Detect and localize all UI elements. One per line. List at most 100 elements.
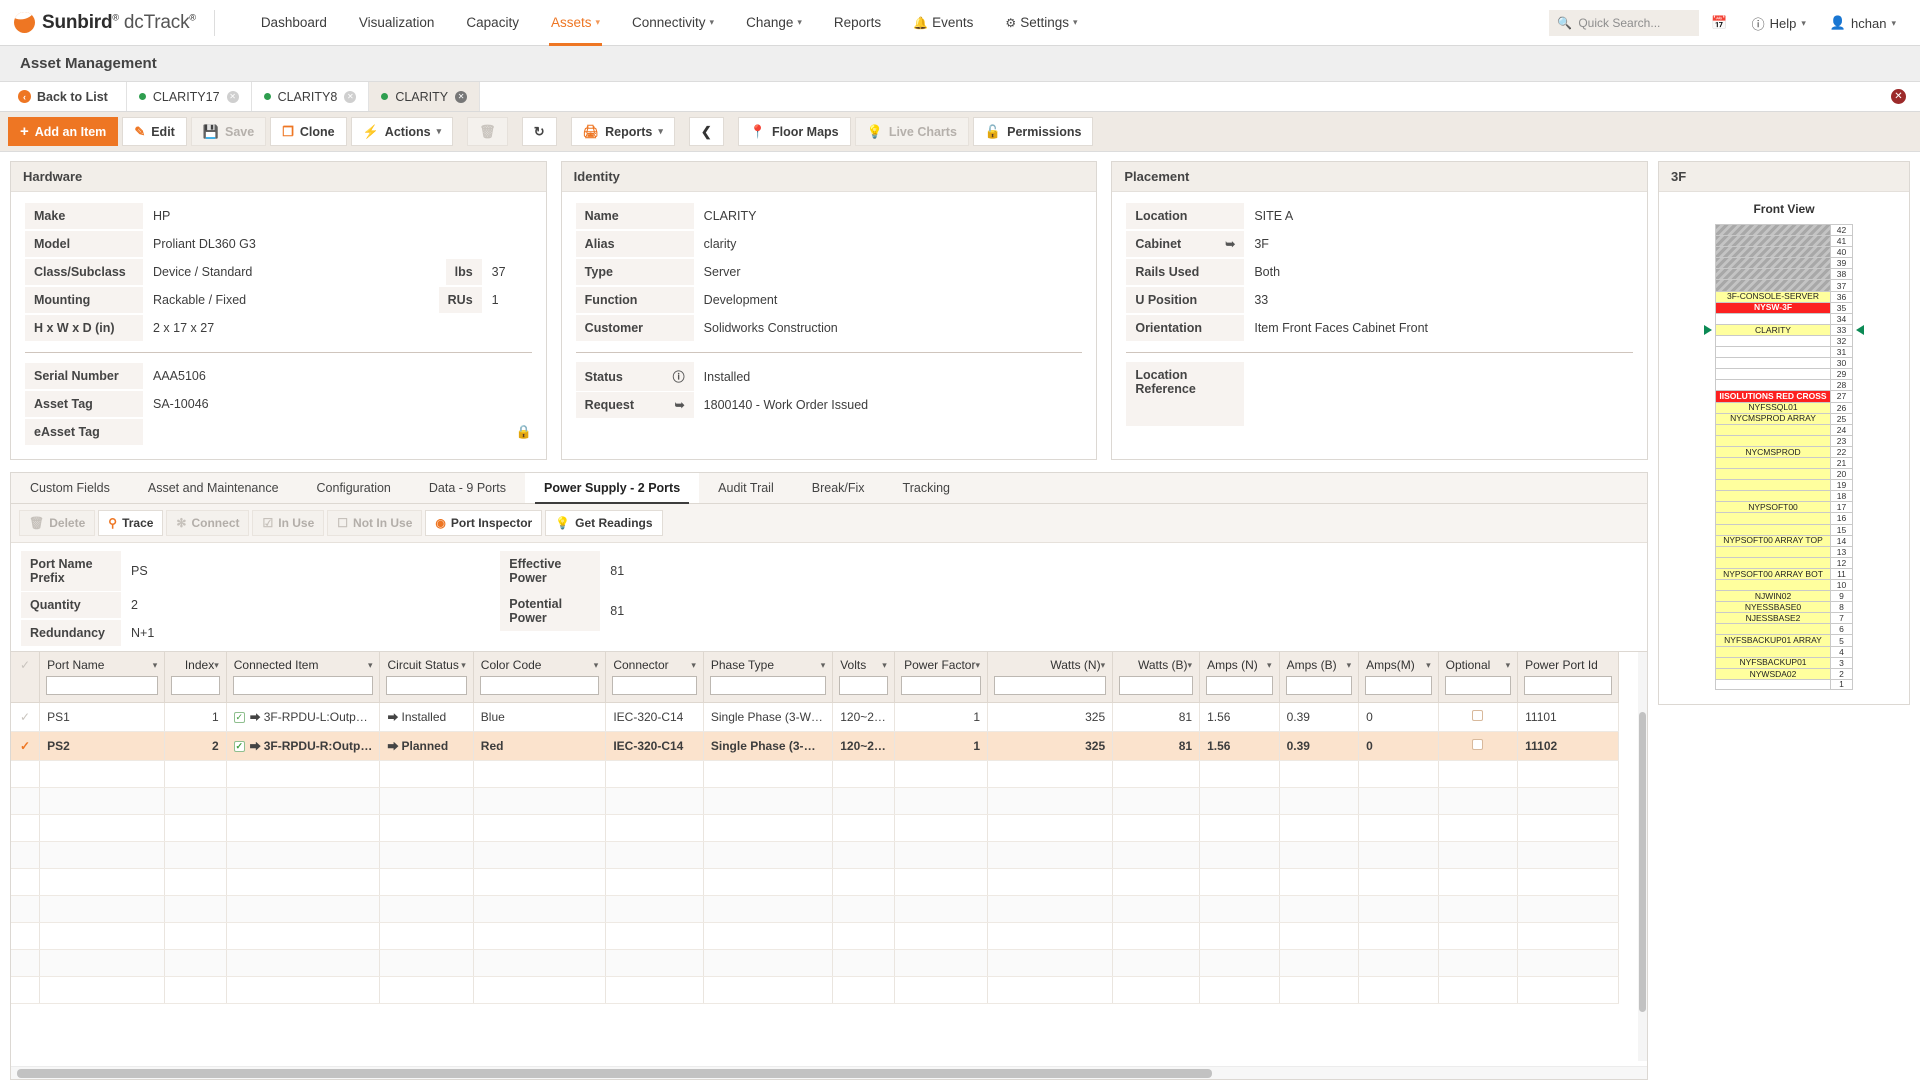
rack-unit-row[interactable]: NYFSBACKUP01 ARRAY 5 xyxy=(1715,634,1853,646)
cell-color_code[interactable]: Red xyxy=(473,731,607,761)
asset-tab-clarity17[interactable]: CLARITY17 ✕ xyxy=(127,82,252,111)
cell-amps_m[interactable]: 0 xyxy=(1358,731,1439,761)
column-header-phase_type[interactable]: Phase Type ▾ xyxy=(703,652,834,703)
filter-input-watts_b[interactable] xyxy=(1119,676,1194,695)
rack-unit-row[interactable]: 4 xyxy=(1715,645,1853,657)
filter-input-circuit_status[interactable] xyxy=(386,676,467,695)
cell-volts[interactable]: 120~240 xyxy=(832,731,895,761)
rack-unit-row[interactable]: 41 xyxy=(1715,235,1853,247)
asset-tab-clarity[interactable]: CLARITY ✕ xyxy=(369,82,481,111)
rack-unit-row[interactable]: 28 xyxy=(1715,379,1853,391)
column-header-circuit_status[interactable]: Circuit Status ▾ xyxy=(379,652,474,703)
cell-amps_n[interactable]: 1.56 xyxy=(1199,702,1280,732)
help-menu[interactable]: ⓘ Help ▾ xyxy=(1740,14,1818,33)
port-trace-button[interactable]: ⚲ Trace xyxy=(98,510,164,536)
chevron-down-icon[interactable]: ▾ xyxy=(214,660,219,671)
connected-checkbox-icon[interactable]: ✓ xyxy=(233,712,245,724)
tab-break-fix[interactable]: Break/Fix xyxy=(793,473,884,503)
rack-unit-slot[interactable] xyxy=(1715,623,1831,635)
cell-tick[interactable]: ✓ xyxy=(11,702,41,732)
rack-unit-slot[interactable] xyxy=(1715,468,1831,480)
rack-unit-slot[interactable] xyxy=(1715,678,1831,690)
edit-button[interactable]: ✎ Edit xyxy=(122,117,187,146)
grid-horizontal-scrollbar[interactable] xyxy=(11,1066,1647,1079)
field-value[interactable]: N+1 xyxy=(121,620,164,646)
rack-unit-slot[interactable]: NYFSBACKUP01 xyxy=(1715,656,1831,668)
info-icon[interactable]: ⓘ xyxy=(673,368,685,385)
filter-input-optional[interactable] xyxy=(1444,676,1512,695)
nav-item-capacity[interactable]: Capacity xyxy=(450,0,535,46)
rack-unit-slot[interactable]: NYSW-3F xyxy=(1715,301,1831,313)
close-icon[interactable]: ✕ xyxy=(455,90,468,103)
field-value[interactable]: 1800140 - Work Order Issued xyxy=(694,392,1083,418)
user-menu[interactable]: 👤 hchan ▾ xyxy=(1818,15,1908,31)
rack-unit-slot[interactable] xyxy=(1715,357,1831,369)
table-row[interactable]: ✓ PS2 2 ✓ ⮕ 3F-RPDU-R:Output A2 ⮕ Planned Red IEC… xyxy=(11,731,1619,761)
external-link-icon[interactable]: ➥ xyxy=(675,398,685,412)
rack-unit-row[interactable]: NYSW-3F 35 xyxy=(1715,301,1853,313)
rack-unit-slot[interactable] xyxy=(1715,346,1831,358)
field-value[interactable]: SA-10046 xyxy=(143,391,532,417)
rack-unit-slot[interactable]: NJESSBASE2 xyxy=(1715,612,1831,624)
filter-input-color_code[interactable] xyxy=(479,676,600,695)
rack-unit-slot[interactable] xyxy=(1715,257,1831,269)
external-link-icon[interactable]: ➥ xyxy=(1225,237,1235,251)
field-value[interactable]: HP xyxy=(143,203,532,229)
tab-asset-and-maintenance[interactable]: Asset and Maintenance xyxy=(129,473,298,503)
nav-item-events[interactable]: 🔔 Events xyxy=(897,0,989,46)
chevron-down-icon[interactable]: ▾ xyxy=(368,660,373,671)
filter-input-connector[interactable] xyxy=(612,676,697,695)
nav-item-assets[interactable]: Assets ▾ xyxy=(535,0,616,46)
rack-unit-slot[interactable] xyxy=(1715,545,1831,557)
optional-checkbox[interactable] xyxy=(1472,739,1484,750)
rack-unit-row[interactable]: 39 xyxy=(1715,257,1853,269)
column-header-watts_b[interactable]: Watts (B) ▾ xyxy=(1112,652,1201,703)
cell-amps_n[interactable]: 1.56 xyxy=(1199,731,1280,761)
field-value[interactable]: 2 xyxy=(121,592,164,618)
permissions-button[interactable]: 🔓 Permissions xyxy=(972,117,1094,146)
chevron-down-icon[interactable]: ▾ xyxy=(1506,660,1511,671)
rack-unit-row[interactable]: 13 xyxy=(1715,545,1853,557)
chevron-down-icon[interactable]: ▾ xyxy=(1347,660,1352,671)
brand-logo[interactable]: Sunbird® dcTrack® xyxy=(0,12,214,34)
chevron-down-icon[interactable]: ▾ xyxy=(1267,660,1272,671)
field-value[interactable]: SITE A xyxy=(1244,203,1633,229)
optional-checkbox[interactable] xyxy=(1472,710,1484,721)
rack-unit-row[interactable]: 1 xyxy=(1715,678,1853,690)
tab-custom-fields[interactable]: Custom Fields xyxy=(11,473,129,503)
rack-unit-row[interactable]: 18 xyxy=(1715,490,1853,502)
tab-tracking[interactable]: Tracking xyxy=(884,473,969,503)
cell-phase_type[interactable]: Single Phase (3-Wire) xyxy=(703,702,834,732)
rack-unit-slot[interactable]: NYWSDA02 xyxy=(1715,667,1831,679)
column-header-watts_n[interactable]: Watts (N) ▾ xyxy=(987,652,1114,703)
rack-unit-row[interactable]: 34 xyxy=(1715,312,1853,324)
cell-connector[interactable]: IEC-320-C14 xyxy=(605,731,704,761)
rack-unit-row[interactable]: NYPSOFT00 ARRAY BOT 11 xyxy=(1715,567,1853,579)
rack-unit-slot[interactable]: NYCMSPROD ARRAY xyxy=(1715,412,1831,424)
rack-unit-slot[interactable] xyxy=(1715,645,1831,657)
rack-unit-slot[interactable] xyxy=(1715,246,1831,258)
rack-unit-slot[interactable] xyxy=(1715,434,1831,446)
add-an-item-button[interactable]: + Add an Item xyxy=(8,117,119,146)
rack-unit-row[interactable]: 19 xyxy=(1715,479,1853,491)
rack-unit-slot[interactable] xyxy=(1715,268,1831,280)
rack-unit-row[interactable]: 12 xyxy=(1715,556,1853,568)
rack-unit-row[interactable]: NYPSOFT00 ARRAY TOP 14 xyxy=(1715,534,1853,546)
connected-checkbox-icon[interactable]: ✓ xyxy=(233,741,245,753)
nav-item-settings[interactable]: ⚙ Settings ▾ xyxy=(989,0,1093,46)
field-value[interactable]: 1 xyxy=(482,287,532,313)
column-header-index[interactable]: Index ▾ xyxy=(164,652,227,703)
filter-input-index[interactable] xyxy=(171,676,220,695)
rack-unit-row[interactable]: NJWIN02 9 xyxy=(1715,590,1853,602)
cell-watts_n[interactable]: 325 xyxy=(987,702,1114,732)
cell-watts_n[interactable]: 325 xyxy=(987,731,1114,761)
chevron-down-icon[interactable]: ▾ xyxy=(594,660,599,671)
cell-index[interactable]: 1 xyxy=(164,702,227,732)
field-value[interactable]: 3F xyxy=(1244,231,1633,257)
field-value[interactable]: Solidworks Construction xyxy=(694,315,1083,341)
rack-unit-slot[interactable] xyxy=(1715,523,1831,535)
cell-connected_item[interactable]: ✓ ⮕ 3F-RPDU-L:Output B2 xyxy=(226,702,381,732)
rack-unit-row[interactable]: NYFSSQL01 26 xyxy=(1715,401,1853,413)
cell-optional[interactable] xyxy=(1438,702,1519,732)
cell-power_port_id[interactable]: 11101 xyxy=(1517,702,1619,732)
